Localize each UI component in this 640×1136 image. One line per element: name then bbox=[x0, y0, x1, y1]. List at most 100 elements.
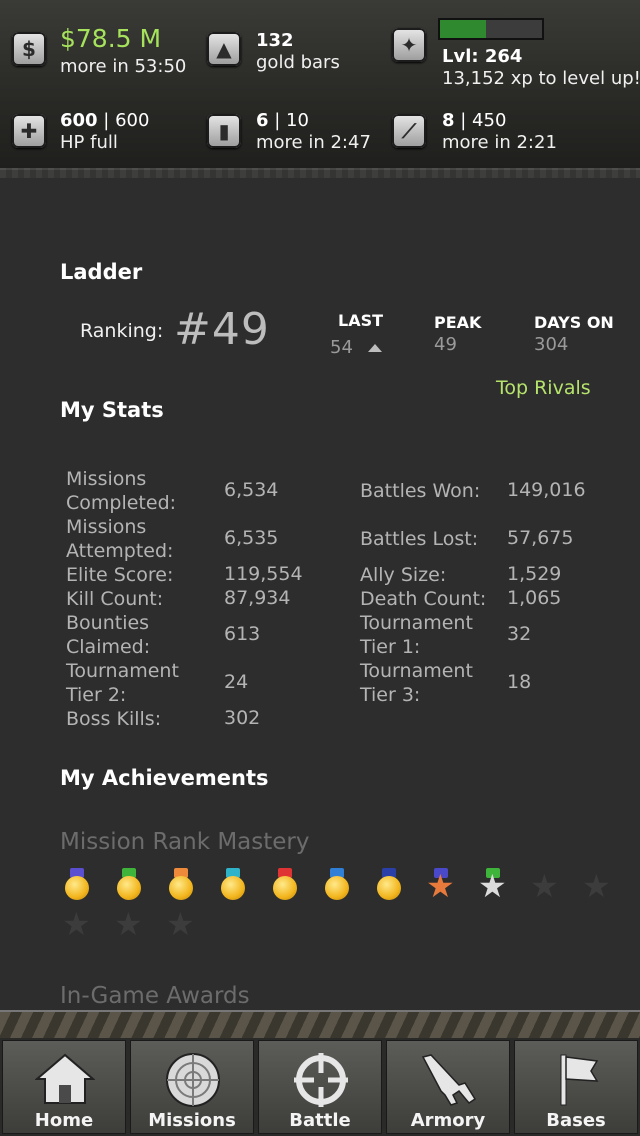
ammo-separator: | bbox=[454, 110, 473, 131]
locked-star-icon[interactable]: ★ bbox=[530, 868, 560, 904]
star-medal-icon[interactable]: ★ bbox=[478, 868, 508, 904]
medal-icon[interactable] bbox=[218, 868, 248, 904]
cash-value: $78.5 M bbox=[60, 24, 162, 53]
medal-icon[interactable] bbox=[114, 868, 144, 904]
ammo-current: 8 bbox=[442, 110, 455, 131]
gold-label: gold bars bbox=[256, 52, 340, 73]
ammo-timer: more in 2:21 bbox=[442, 132, 557, 153]
tab-home-label: Home bbox=[34, 1110, 94, 1131]
star-medal-icon[interactable]: ★ bbox=[426, 868, 456, 904]
medal-icon[interactable] bbox=[374, 868, 404, 904]
top-rivals-link[interactable]: Top Rivals bbox=[496, 377, 591, 399]
level-value: Lvl: 264 bbox=[442, 46, 523, 67]
stat-value: 57,675 bbox=[507, 527, 574, 549]
star-shape: ★ bbox=[582, 867, 611, 905]
stat-label: Missions Attempted: bbox=[66, 516, 174, 562]
stat-label: Tournament Tier 2: bbox=[66, 660, 179, 706]
medal-icon[interactable] bbox=[270, 868, 300, 904]
tab-armory-label: Armory bbox=[410, 1110, 486, 1131]
stat-label: Missions Completed: bbox=[66, 468, 177, 514]
tab-battle[interactable]: Battle bbox=[258, 1040, 382, 1134]
medal-icon[interactable] bbox=[322, 868, 352, 904]
locked-star-icon[interactable]: ★ bbox=[582, 868, 612, 904]
medal-coin bbox=[117, 876, 141, 900]
energy-canister-icon[interactable]: ▮ bbox=[207, 114, 241, 148]
tab-missions[interactable]: Missions bbox=[130, 1040, 254, 1134]
days-on-value: 304 bbox=[534, 334, 569, 355]
stat-value: 149,016 bbox=[507, 479, 586, 501]
xp-progress-bar bbox=[438, 18, 544, 40]
tab-battle-label: Battle bbox=[289, 1110, 351, 1131]
tab-home[interactable]: Home bbox=[2, 1040, 126, 1134]
stat-label: Ally Size: bbox=[360, 564, 447, 586]
medal-coin bbox=[325, 876, 349, 900]
ammo-value: 8 | 450 bbox=[442, 110, 506, 131]
hp-max: 600 bbox=[115, 110, 150, 131]
medal-coin bbox=[65, 876, 89, 900]
stat-label: Elite Score: bbox=[66, 564, 174, 586]
stat-label: Tournament Tier 1: bbox=[360, 612, 473, 658]
star-shape: ★ bbox=[62, 905, 91, 943]
rank-up-arrow-icon bbox=[368, 344, 382, 352]
status-hud: $ $78.5 M more in 53:50 ▲ 132 gold bars … bbox=[0, 0, 640, 178]
stat-value: 32 bbox=[507, 623, 532, 645]
gold-value: 132 bbox=[256, 30, 294, 51]
my-achievements-heading: My Achievements bbox=[60, 766, 269, 790]
medal-icon[interactable] bbox=[166, 868, 196, 904]
stat-value: 1,529 bbox=[507, 563, 562, 585]
days-on-label: DAYS ON bbox=[534, 313, 614, 332]
in-game-awards-heading: In-Game Awards bbox=[60, 983, 250, 1009]
stat-value: 119,554 bbox=[224, 563, 303, 585]
tab-missions-label: Missions bbox=[148, 1110, 236, 1131]
gold-bars-icon[interactable]: ▲ bbox=[207, 32, 241, 66]
stat-value: 302 bbox=[224, 707, 261, 729]
star-shape: ★ bbox=[114, 905, 143, 943]
xp-progress-fill bbox=[440, 20, 486, 38]
stat-value: 6,534 bbox=[224, 479, 279, 501]
tab-armory[interactable]: Armory bbox=[386, 1040, 510, 1134]
last-rank-value: 54 bbox=[330, 337, 353, 358]
medal-icon[interactable] bbox=[62, 868, 92, 904]
ranking-value: #49 bbox=[174, 304, 270, 355]
hp-status: HP full bbox=[60, 132, 118, 153]
cash-timer: more in 53:50 bbox=[60, 56, 187, 77]
star-shape: ★ bbox=[530, 867, 559, 905]
last-rank-label: LAST bbox=[338, 311, 384, 330]
ammo-max: 450 bbox=[472, 110, 507, 131]
energy-value: 6 | 10 bbox=[256, 110, 309, 131]
stat-label: Bounties Claimed: bbox=[66, 612, 151, 658]
energy-timer: more in 2:47 bbox=[256, 132, 371, 153]
crosshair-icon bbox=[294, 1053, 348, 1107]
medal-coin bbox=[377, 876, 401, 900]
locked-star-icon[interactable]: ★ bbox=[166, 906, 196, 942]
stat-value: 613 bbox=[224, 623, 261, 645]
star-shape: ★ bbox=[478, 867, 507, 905]
mission-rank-mastery-heading: Mission Rank Mastery bbox=[60, 829, 310, 855]
ladder-heading: Ladder bbox=[60, 260, 143, 284]
home-icon bbox=[35, 1053, 95, 1104]
ammo-knife-icon[interactable]: ⟋ bbox=[392, 114, 426, 148]
star-shape: ★ bbox=[426, 867, 455, 905]
my-stats-heading: My Stats bbox=[60, 398, 164, 422]
health-cross-icon[interactable]: ✚ bbox=[12, 114, 46, 148]
stat-label: Tournament Tier 3: bbox=[360, 660, 473, 706]
cash-icon[interactable]: $ bbox=[12, 32, 46, 66]
stat-value: 87,934 bbox=[224, 587, 291, 609]
stat-value: 18 bbox=[507, 671, 532, 693]
stat-label: Boss Kills: bbox=[66, 708, 162, 730]
peak-rank-label: PEAK bbox=[434, 313, 482, 332]
locked-star-icon[interactable]: ★ bbox=[62, 906, 92, 942]
xp-to-level: 13,152 xp to level up! bbox=[442, 68, 640, 89]
peak-rank-value: 49 bbox=[434, 334, 457, 355]
energy-max: 10 bbox=[286, 110, 309, 131]
medal-coin bbox=[221, 876, 245, 900]
flag-icon bbox=[560, 1054, 599, 1106]
tab-bases[interactable]: Bases bbox=[514, 1040, 638, 1134]
stat-value: 1,065 bbox=[507, 587, 562, 609]
tab-bar: Home Missions Battle Armory Bases bbox=[0, 1038, 640, 1136]
hp-current: 600 bbox=[60, 110, 98, 131]
hp-separator: | bbox=[97, 110, 116, 131]
locked-star-icon[interactable]: ★ bbox=[114, 906, 144, 942]
rank-emblem-icon[interactable]: ✦ bbox=[392, 28, 426, 62]
stat-label: Kill Count: bbox=[66, 588, 164, 610]
